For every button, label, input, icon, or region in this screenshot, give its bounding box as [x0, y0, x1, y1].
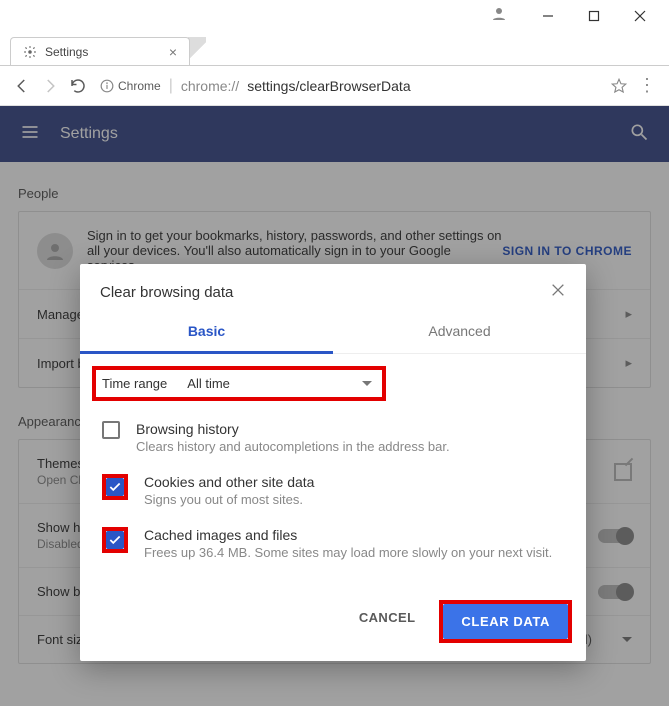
omnibox[interactable]: Chrome | chrome://settings/clearBrowserD… [96, 77, 601, 95]
minimize-button[interactable] [525, 0, 571, 32]
dialog-title: Clear browsing data [100, 284, 550, 301]
site-label: Chrome [118, 79, 161, 93]
time-range-label: Time range [102, 376, 167, 391]
gear-icon [23, 45, 37, 59]
new-tab-button[interactable] [188, 37, 206, 65]
tab-advanced[interactable]: Advanced [333, 311, 586, 354]
bookmark-star-icon[interactable] [609, 76, 629, 96]
back-button[interactable] [12, 76, 32, 96]
time-range-row: Time range All time [94, 368, 384, 399]
url-scheme: chrome:// [181, 78, 239, 94]
site-info-button[interactable]: Chrome [100, 79, 161, 93]
clear-browsing-data-dialog: Clear browsing data Basic Advanced Time … [80, 264, 586, 661]
browser-tabstrip: Settings × [0, 32, 669, 66]
checkbox[interactable] [102, 421, 120, 439]
browser-tab[interactable]: Settings × [10, 37, 190, 65]
account-icon[interactable] [490, 5, 508, 28]
highlight: CLEAR DATA [439, 600, 572, 643]
browser-toolbar: Chrome | chrome://settings/clearBrowserD… [0, 66, 669, 106]
checkbox[interactable] [106, 478, 124, 496]
tab-basic[interactable]: Basic [80, 311, 333, 354]
clear-data-button[interactable]: CLEAR DATA [443, 604, 568, 639]
chevron-down-icon [362, 381, 372, 386]
opt-cookies[interactable]: Cookies and other site data Signs you ou… [94, 464, 572, 517]
maximize-button[interactable] [571, 0, 617, 32]
checkbox[interactable] [106, 531, 124, 549]
time-range-select[interactable]: All time [183, 376, 376, 391]
reload-button[interactable] [68, 76, 88, 96]
highlight [102, 474, 128, 500]
url-path: settings/clearBrowserData [247, 78, 410, 94]
close-dialog-button[interactable] [550, 282, 566, 303]
cancel-button[interactable]: CANCEL [345, 600, 430, 643]
settings-app: Settings People Sign in to get your book… [0, 106, 669, 706]
forward-button [40, 76, 60, 96]
close-tab-icon[interactable]: × [169, 44, 177, 60]
window-titlebar [0, 0, 669, 32]
close-window-button[interactable] [617, 0, 663, 32]
tab-title: Settings [45, 45, 161, 59]
highlight [102, 527, 128, 553]
opt-cache[interactable]: Cached images and files Frees up 36.4 MB… [94, 517, 572, 570]
opt-browsing-history[interactable]: Browsing history Clears history and auto… [94, 411, 572, 464]
browser-menu-button[interactable]: ⋮ [637, 76, 657, 96]
